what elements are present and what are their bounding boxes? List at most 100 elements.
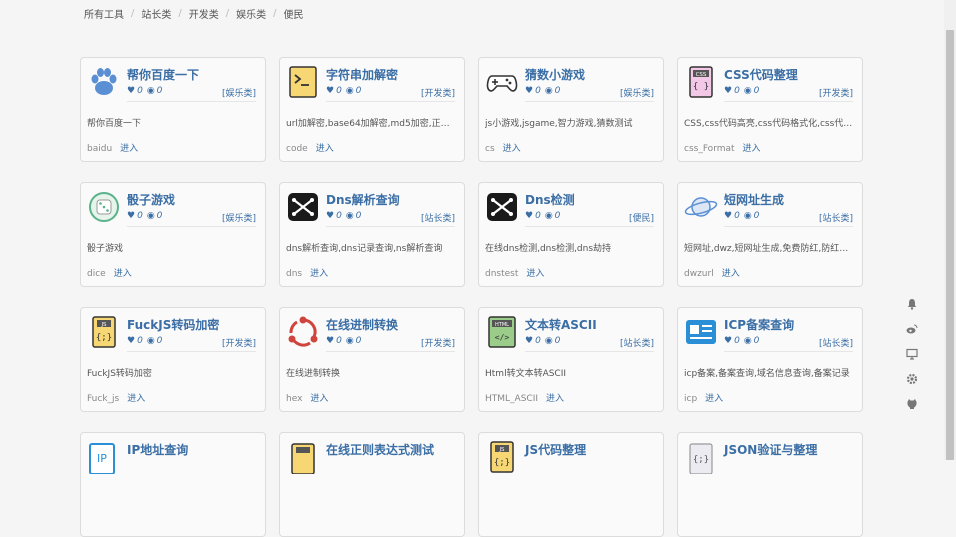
dns-icon: [485, 190, 519, 224]
enter-link[interactable]: 进入: [127, 394, 145, 404]
view-count: 0: [554, 211, 561, 221]
like-count: 0: [336, 211, 342, 221]
tool-stats: ♥ 0 ◉ 0: [525, 211, 564, 221]
like-count: 0: [535, 211, 541, 221]
category-tag[interactable]: [便民]: [629, 211, 654, 224]
enter-link[interactable]: 进入: [310, 394, 328, 404]
heart-icon[interactable]: ♥: [127, 86, 135, 96]
scrollbar[interactable]: [944, 0, 956, 460]
heart-icon[interactable]: ♥: [525, 211, 533, 221]
tool-slug: code: [286, 144, 308, 154]
tool-card[interactable]: 在线进制转换 ♥ 0 ◉ 0 [开发类] 在线进制转换 hex 进入: [279, 307, 465, 412]
category-tag[interactable]: [站长类]: [421, 211, 455, 224]
tool-title[interactable]: Dns解析查询: [326, 191, 400, 208]
tool-card[interactable]: ICP备案查询 ♥ 0 ◉ 0 [站长类] icp备案,备案查询,域名信息查询,备案记录 ic…: [677, 307, 863, 412]
tool-card[interactable]: HTML </> 文本转ASCII ♥ 0 ◉ 0 [站长类] Html转文本转ASCII HTM…: [478, 307, 664, 412]
category-tag[interactable]: [娱乐类]: [222, 211, 256, 224]
enter-link[interactable]: 进入: [526, 269, 544, 279]
tool-description: url加解密,base64加解密,md5加密,正则加密: [286, 119, 456, 129]
tool-title[interactable]: 短网址生成: [724, 191, 784, 208]
enter-link[interactable]: 进入: [316, 144, 334, 154]
category-tag[interactable]: [开发类]: [222, 336, 256, 349]
tool-title[interactable]: 猜数小游戏: [525, 66, 585, 83]
tool-card[interactable]: JS {;} JS代码整理: [478, 432, 664, 537]
tool-title[interactable]: IP地址查询: [127, 441, 188, 458]
category-tag[interactable]: [开发类]: [421, 336, 455, 349]
eye-icon: ◉: [743, 86, 752, 96]
heart-icon[interactable]: ♥: [525, 86, 533, 96]
heart-icon[interactable]: ♥: [326, 86, 334, 96]
category-tag[interactable]: [娱乐类]: [222, 86, 256, 99]
breadcrumb-separator: /: [273, 7, 277, 19]
like-count: 0: [535, 336, 541, 346]
tool-title[interactable]: 在线正则表达式测试: [326, 441, 434, 458]
tool-card[interactable]: 短网址生成 ♥ 0 ◉ 0 [站长类] 短网址,dwz,短网址生成,免费防红,防红接口 dwz…: [677, 182, 863, 287]
github-icon[interactable]: [905, 398, 919, 412]
enter-link[interactable]: 进入: [546, 394, 564, 404]
tool-title[interactable]: 在线进制转换: [326, 316, 398, 333]
heart-icon[interactable]: ♥: [127, 211, 135, 221]
enter-link[interactable]: 进入: [120, 144, 138, 154]
scrollbar-thumb[interactable]: [946, 30, 954, 460]
tool-card[interactable]: Dns解析查询 ♥ 0 ◉ 0 [站长类] dns解析查询,dns记录查询,ns解析查询 dn…: [279, 182, 465, 287]
tool-card[interactable]: 帮你百度一下 ♥ 0 ◉ 0 [娱乐类] 帮你百度一下 baidu 进入: [80, 57, 266, 162]
category-tag[interactable]: [开发类]: [819, 86, 853, 99]
enter-link[interactable]: 进入: [743, 144, 761, 154]
like-count: 0: [734, 336, 740, 346]
tool-card[interactable]: 字符串加解密 ♥ 0 ◉ 0 [开发类] url加解密,base64加解密,md5加密,正则…: [279, 57, 465, 162]
enter-link[interactable]: 进入: [722, 269, 740, 279]
tool-title[interactable]: CSS代码整理: [724, 66, 798, 83]
category-tag[interactable]: [站长类]: [819, 336, 853, 349]
tool-title[interactable]: FuckJS转码加密: [127, 316, 219, 333]
css-file-icon: CSS { }: [684, 65, 718, 99]
regex-file-icon: [286, 440, 320, 474]
bell-icon[interactable]: [905, 298, 919, 312]
tool-card[interactable]: JS {;} FuckJS转码加密 ♥ 0 ◉ 0 [开发类] FuckJS转码加密 Fuck_j…: [80, 307, 266, 412]
category-tag[interactable]: [开发类]: [421, 86, 455, 99]
tool-title[interactable]: 帮你百度一下: [127, 66, 199, 83]
tool-slug: dns: [286, 269, 303, 279]
tool-title[interactable]: ICP备案查询: [724, 316, 794, 333]
tool-card[interactable]: 骰子游戏 ♥ 0 ◉ 0 [娱乐类] 骰子游戏 dice 进入: [80, 182, 266, 287]
view-count: 0: [753, 86, 760, 96]
breadcrumb-item[interactable]: 便民: [284, 6, 304, 21]
enter-link[interactable]: 进入: [310, 269, 328, 279]
enter-link[interactable]: 进入: [503, 144, 521, 154]
heart-icon[interactable]: ♥: [724, 211, 732, 221]
breadcrumb-item[interactable]: 站长类: [141, 6, 171, 21]
tool-title[interactable]: 字符串加解密: [326, 66, 398, 83]
tool-title[interactable]: 骰子游戏: [127, 191, 175, 208]
tool-title[interactable]: 文本转ASCII: [525, 316, 597, 333]
svg-text:{;}: {;}: [693, 455, 709, 465]
tool-card[interactable]: 在线正则表达式测试: [279, 432, 465, 537]
tool-card[interactable]: Dns检测 ♥ 0 ◉ 0 [便民] 在线dns检测,dns检测,dns劫持 dnstest 进…: [478, 182, 664, 287]
tool-slug: dice: [87, 269, 106, 279]
svg-text:{;}: {;}: [96, 333, 112, 343]
monitor-icon[interactable]: [905, 348, 919, 362]
tool-title[interactable]: JS代码整理: [525, 441, 586, 458]
tool-card[interactable]: {;} JSON验证与整理: [677, 432, 863, 537]
heart-icon[interactable]: ♥: [724, 86, 732, 96]
breadcrumb-item[interactable]: 娱乐类: [236, 6, 266, 21]
category-tag[interactable]: [站长类]: [620, 336, 654, 349]
heart-icon[interactable]: ♥: [525, 336, 533, 346]
heart-icon[interactable]: ♥: [326, 211, 334, 221]
enter-link[interactable]: 进入: [705, 394, 723, 404]
category-tag[interactable]: [站长类]: [819, 211, 853, 224]
tool-card[interactable]: 猜数小游戏 ♥ 0 ◉ 0 [娱乐类] js小游戏,jsgame,智力游戏,猜数测试 cs 进入: [478, 57, 664, 162]
tool-slug: css_Format: [684, 144, 735, 154]
breadcrumb-item[interactable]: 开发类: [189, 6, 219, 21]
category-tag[interactable]: [娱乐类]: [620, 86, 654, 99]
enter-link[interactable]: 进入: [114, 269, 132, 279]
heart-icon[interactable]: ♥: [724, 336, 732, 346]
tool-card[interactable]: IP IP地址查询: [80, 432, 266, 537]
breadcrumb-item[interactable]: 所有工具: [84, 6, 124, 21]
heart-icon[interactable]: ♥: [127, 336, 135, 346]
heart-icon[interactable]: ♥: [326, 336, 334, 346]
tool-title[interactable]: JSON验证与整理: [724, 441, 817, 458]
weibo-icon[interactable]: [905, 323, 919, 337]
gear-icon[interactable]: [905, 373, 919, 387]
tool-title[interactable]: Dns检测: [525, 191, 575, 208]
eye-icon: ◉: [544, 86, 553, 96]
tool-card[interactable]: CSS{ } CSS代码整理 ♥ 0 ◉ 0 [开发类] CSS,css代码高亮,css代码格…: [677, 57, 863, 162]
